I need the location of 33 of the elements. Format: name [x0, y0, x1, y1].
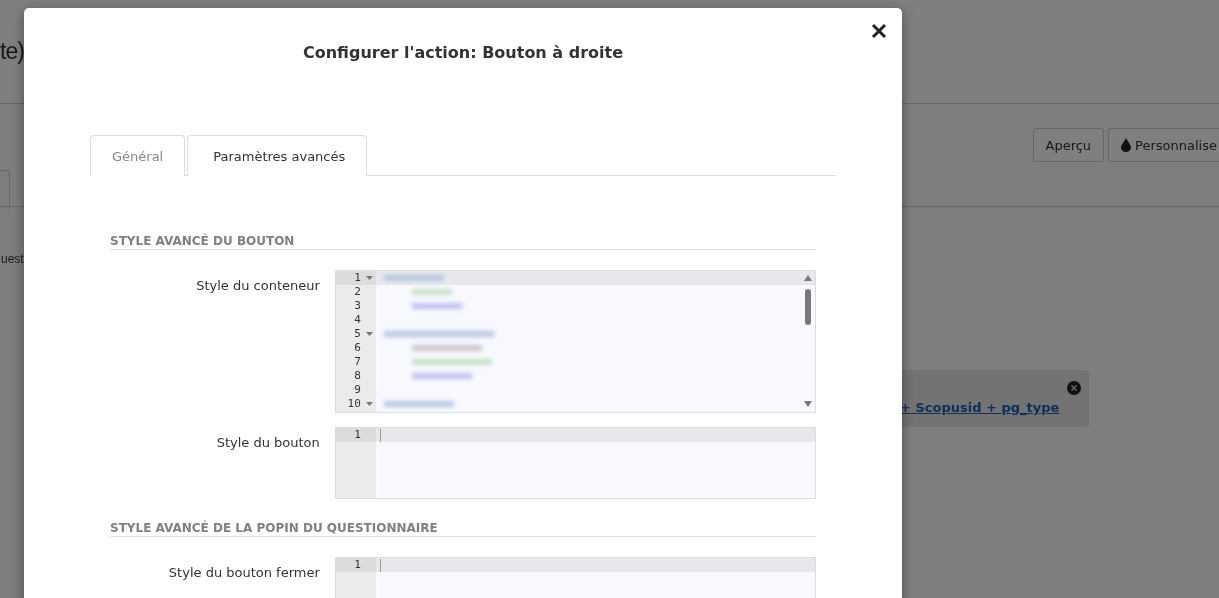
fold-arrow-icon[interactable]: [365, 332, 373, 336]
fold-arrow-icon[interactable]: [365, 402, 373, 406]
line-number: 6: [354, 341, 362, 355]
line-number: 5: [354, 327, 362, 341]
page-title: te): [0, 38, 24, 65]
section-heading: STYLE AVANCÉ DE LA POPIN DU QUESTIONNAIRE: [110, 521, 816, 537]
field-label: Style du bouton fermer: [168, 565, 320, 580]
field-label: Style du bouton: [216, 435, 320, 450]
close-icon[interactable]: [1067, 381, 1081, 395]
page-text: uest: [1, 252, 24, 266]
line-number: 2: [354, 285, 362, 299]
code-editor[interactable]: 1: [334, 427, 816, 499]
line-number: 1: [354, 271, 362, 285]
tab[interactable]: Général: [90, 135, 186, 176]
section-heading: STYLE AVANCÉ DU BOUTON: [110, 234, 816, 250]
line-number: 10: [347, 397, 362, 411]
line-number: 1: [354, 428, 362, 442]
customize-button[interactable]: Personnalise: [1108, 128, 1219, 162]
dialog-title: Configurer l'action: Bouton à droite: [302, 43, 623, 63]
preview-button[interactable]: Aperçu: [1032, 128, 1105, 162]
tab[interactable]: Paramètres avancés: [187, 135, 368, 176]
line-number: 1: [354, 558, 362, 572]
line-number: 3: [354, 299, 362, 313]
code-editor[interactable]: 1 2 3 4 5 6 7 8 9 10: [334, 270, 816, 413]
line-number: 7: [354, 355, 362, 369]
fold-arrow-icon[interactable]: [365, 276, 373, 280]
field-label: Style du conteneur: [196, 278, 320, 293]
close-button[interactable]: [870, 22, 888, 40]
line-number: 9: [354, 383, 362, 397]
line-number: 8: [354, 369, 362, 383]
code-editor[interactable]: 1: [334, 557, 816, 598]
droplet-icon: [1121, 138, 1132, 152]
line-number: 4: [354, 313, 362, 327]
